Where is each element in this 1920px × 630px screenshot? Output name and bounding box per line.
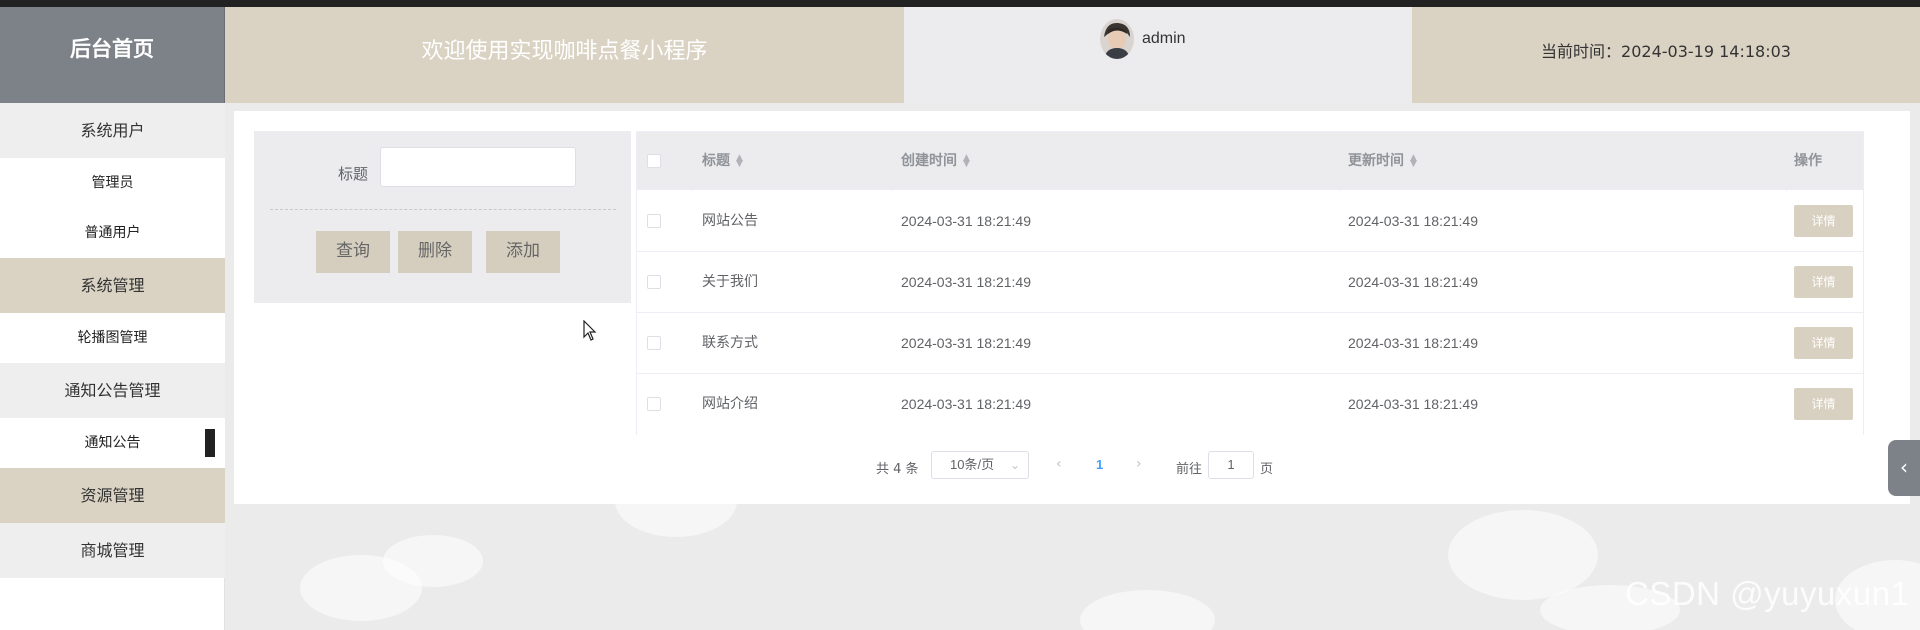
column-header-created[interactable]: 创建时间 ▲ ▼ [901,132,970,190]
sidebar-group-resources[interactable]: 资源管理 [0,468,225,523]
row-created: 2024-03-31 18:21:49 [901,274,1031,290]
table-row[interactable]: 关于我们 2024-03-31 18:21:49 2024-03-31 18:2… [637,252,1863,313]
detail-button[interactable]: 详情 [1794,205,1853,237]
title-label: 标题 [338,165,369,183]
delete-button[interactable]: 删除 [398,231,478,279]
detail-button[interactable]: 详情 [1794,266,1853,298]
total-count: 共 4 条 [876,462,919,477]
sidebar-item-carousel[interactable]: 轮播图管理 [0,313,225,363]
table-row[interactable]: 网站介绍 2024-03-31 18:21:49 2024-03-31 18:2… [637,374,1863,435]
row-checkbox[interactable] [647,214,661,228]
sidebar: 系统用户 管理员 普通用户 系统管理 轮播图管理 通知公告管理 通知公告 资源管… [0,103,225,630]
sort-icon[interactable]: ▲ ▼ [963,154,970,169]
watermark: CSDN @yuyuxun1 [1625,575,1910,612]
row-created: 2024-03-31 18:21:49 [901,335,1031,351]
row-created: 2024-03-31 18:21:49 [901,396,1031,412]
mouse-cursor-icon [583,320,597,341]
row-checkbox[interactable] [647,397,661,411]
row-updated: 2024-03-31 18:21:49 [1348,213,1478,229]
row-checkbox[interactable] [647,275,661,289]
row-title: 网站介绍 [702,396,758,412]
sidebar-item-notices[interactable]: 通知公告 [0,418,225,468]
row-created: 2024-03-31 18:21:49 [901,213,1031,229]
row-updated: 2024-03-31 18:21:49 [1348,396,1478,412]
goto-page-input[interactable]: 1 [1208,451,1254,479]
home-link[interactable]: 后台首页 [0,7,225,103]
page-number[interactable]: 1 [1096,457,1103,472]
username[interactable]: admin [1142,30,1186,48]
notice-table: 标题 ▲ ▼ 创建时间 ▲ ▼ 更新时间 ▲ ▼ 操作 网站公告 2024-03-31 18… [636,131,1864,435]
goto-label: 前往 [1176,462,1203,477]
table-header: 标题 ▲ ▼ 创建时间 ▲ ▼ 更新时间 ▲ ▼ 操作 [637,132,1863,190]
title-search-input[interactable] [380,147,576,187]
sidebar-group-system-users[interactable]: 系统用户 [0,103,225,158]
divider [270,209,616,210]
prev-page-icon[interactable]: ‹ [1056,456,1062,472]
top-header: 后台首页 欢迎使用实现咖啡点餐小程序 admin 当前时间：2024-03-19… [0,7,1920,103]
pagination: 共 4 条 10条/页 ⌄ ‹ 1 › 前往 1 页 [234,451,1910,481]
sidebar-item-admins[interactable]: 管理员 [0,158,225,208]
table-row[interactable]: 网站公告 2024-03-31 18:21:49 2024-03-31 18:2… [637,191,1863,252]
row-updated: 2024-03-31 18:21:49 [1348,274,1478,290]
chevron-down-icon: ⌄ [1009,458,1020,472]
window-top-strip [0,0,1920,7]
background-bubble [1080,590,1215,630]
collapse-panel-icon[interactable]: ‹ [1888,440,1920,496]
background-bubble [383,535,483,587]
column-header-title[interactable]: 标题 ▲ ▼ [702,132,743,190]
query-button[interactable]: 查询 [316,231,396,279]
row-title: 关于我们 [702,274,758,290]
sidebar-item-label: 通知公告 [84,435,141,451]
welcome-title: 欢迎使用实现咖啡点餐小程序 [225,7,904,103]
sidebar-group-system-management[interactable]: 系统管理 [0,258,225,313]
table-row[interactable]: 联系方式 2024-03-31 18:21:49 2024-03-31 18:2… [637,313,1863,374]
sidebar-group-notice-management[interactable]: 通知公告管理 [0,363,225,418]
background-bubble [1448,510,1598,600]
row-title: 联系方式 [702,335,758,351]
avatar[interactable] [1100,19,1134,59]
row-checkbox[interactable] [647,336,661,350]
page-suffix: 页 [1260,462,1274,477]
sort-icon[interactable]: ▲ ▼ [1410,154,1417,169]
user-area[interactable]: admin [904,7,1412,103]
sort-icon[interactable]: ▲ ▼ [736,154,743,169]
sidebar-group-shop[interactable]: 商城管理 [0,523,225,578]
main-panel: 标题 查询 删除 添加 标题 ▲ ▼ 创建时间 ▲ ▼ 更新时间 ▲ ▼ 操作 网站公告 2… [234,111,1910,504]
next-page-icon[interactable]: › [1136,456,1142,472]
detail-button[interactable]: 详情 [1794,388,1853,420]
row-title: 网站公告 [702,213,758,229]
detail-button[interactable]: 详情 [1794,327,1853,359]
select-all-checkbox[interactable] [647,154,661,168]
add-button[interactable]: 添加 [486,231,566,279]
page-size-select[interactable]: 10条/页 ⌄ [931,451,1029,479]
current-time: 当前时间：2024-03-19 14:18:03 [1412,7,1920,103]
row-updated: 2024-03-31 18:21:49 [1348,335,1478,351]
sidebar-item-users[interactable]: 普通用户 [0,208,225,258]
column-header-action: 操作 [1794,153,1822,169]
column-header-updated[interactable]: 更新时间 ▲ ▼ [1348,132,1417,190]
search-panel: 标题 查询 删除 添加 [254,131,631,303]
active-indicator [205,429,215,457]
